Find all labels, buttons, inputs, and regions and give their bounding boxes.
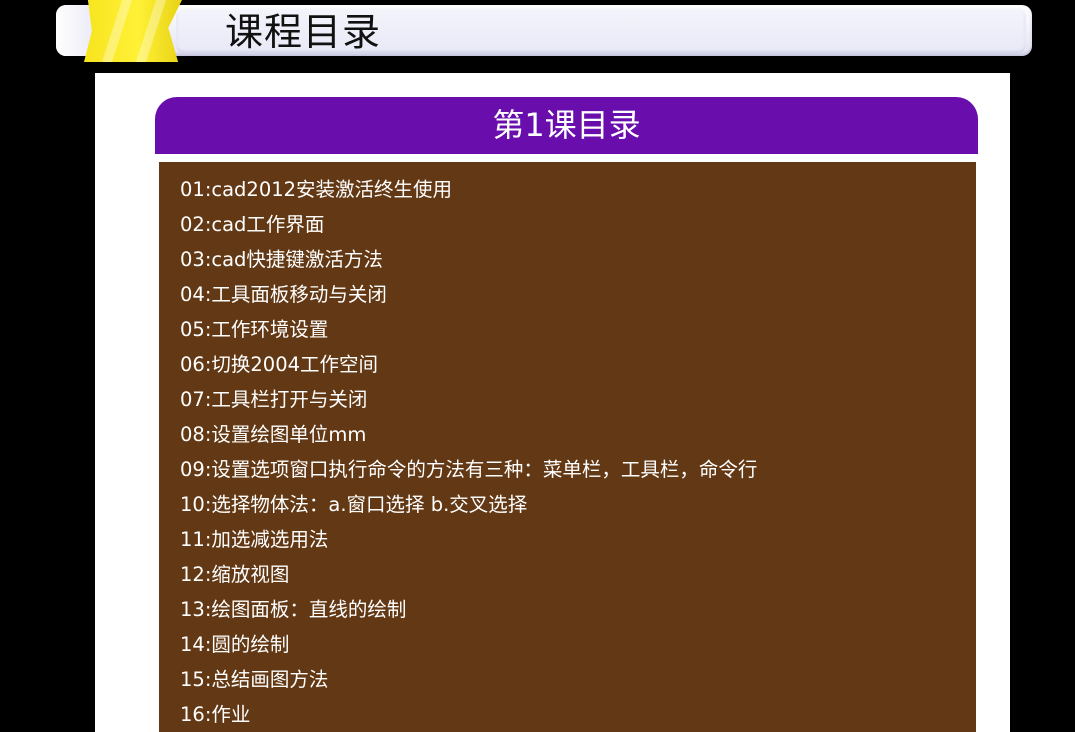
lesson-item: 02:cad工作界面 — [180, 213, 325, 236]
tab-highlight-streak — [135, 0, 167, 62]
lesson-list-box: 01:cad2012安装激活终生使用 02:cad工作界面 03:cad快捷键激活方… — [159, 162, 976, 732]
lesson-item: 13:绘图面板：直线的绘制 — [180, 598, 407, 621]
lesson-list: 01:cad2012安装激活终生使用 02:cad工作界面 03:cad快捷键激活方… — [159, 162, 976, 732]
title-banner — [56, 5, 1032, 56]
lesson-item: 03:cad快捷键激活方法 — [180, 248, 383, 271]
lesson-item: 07:工具栏打开与关闭 — [180, 388, 368, 411]
lesson-item: 14:圆的绘制 — [180, 633, 290, 656]
lesson-item: 15:总结画图方法 — [180, 668, 329, 691]
content-panel: 第1课目录 01:cad2012安装激活终生使用 02:cad工作界面 03:cad… — [95, 73, 1010, 732]
lesson-item: 01:cad2012安装激活终生使用 — [180, 178, 453, 201]
banner-yellow-tab — [84, 0, 182, 62]
slide: 课程目录 第1课目录 01:cad2012安装激活终生使用 02:cad工作界面 0… — [0, 0, 1075, 732]
lesson-item: 16:作业 — [180, 703, 251, 726]
lesson-item: 12:缩放视图 — [180, 563, 290, 586]
lesson-item: 10:选择物体法：a.窗口选择 b.交叉选择 — [180, 493, 528, 516]
lesson-item: 11:加选减选用法 — [180, 528, 329, 551]
tab-highlight-streak — [101, 0, 133, 62]
page-title: 课程目录 — [225, 10, 382, 54]
lesson-item: 09:设置选项窗口执行命令的方法有三种：菜单栏，工具栏，命令行 — [180, 458, 758, 481]
lesson-item: 06:切换2004工作空间 — [180, 353, 379, 376]
lesson-title: 第1课目录 — [155, 97, 978, 154]
lesson-item: 08:设置绘图单位mm — [180, 423, 367, 446]
lesson-item: 05:工作环境设置 — [180, 318, 329, 341]
lesson-item: 04:工具面板移动与关闭 — [180, 283, 387, 306]
